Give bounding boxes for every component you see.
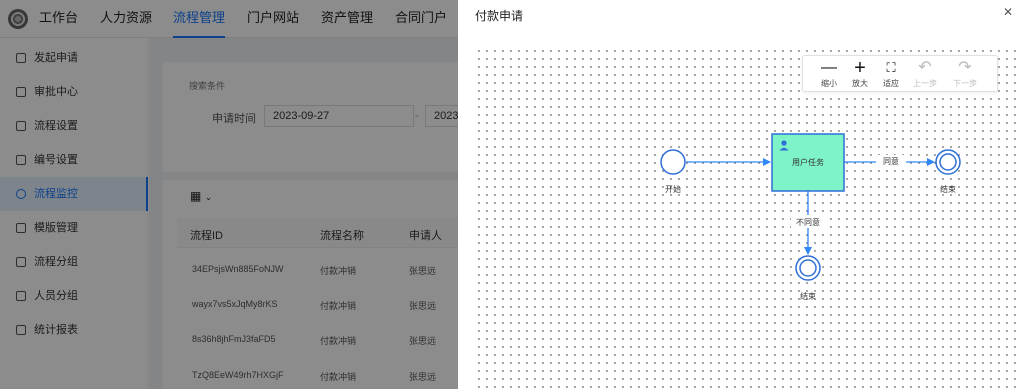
flow-diagram: 同意 不同意 开始 用户任务 结束 结束 — [660, 133, 961, 301]
end-label-agree: 结束 — [940, 184, 956, 194]
edge-label-agree: 同意 — [883, 156, 899, 166]
start-event[interactable] — [660, 149, 686, 175]
task-label: 用户任务 — [792, 157, 824, 167]
end-event-disagree-inner — [799, 259, 817, 277]
modal-mask[interactable] — [0, 0, 458, 389]
end-event-agree-inner — [939, 153, 957, 171]
start-label: 开始 — [665, 184, 681, 194]
edge-label-disagree: 不同意 — [796, 217, 820, 227]
end-label-disagree: 结束 — [800, 291, 816, 301]
